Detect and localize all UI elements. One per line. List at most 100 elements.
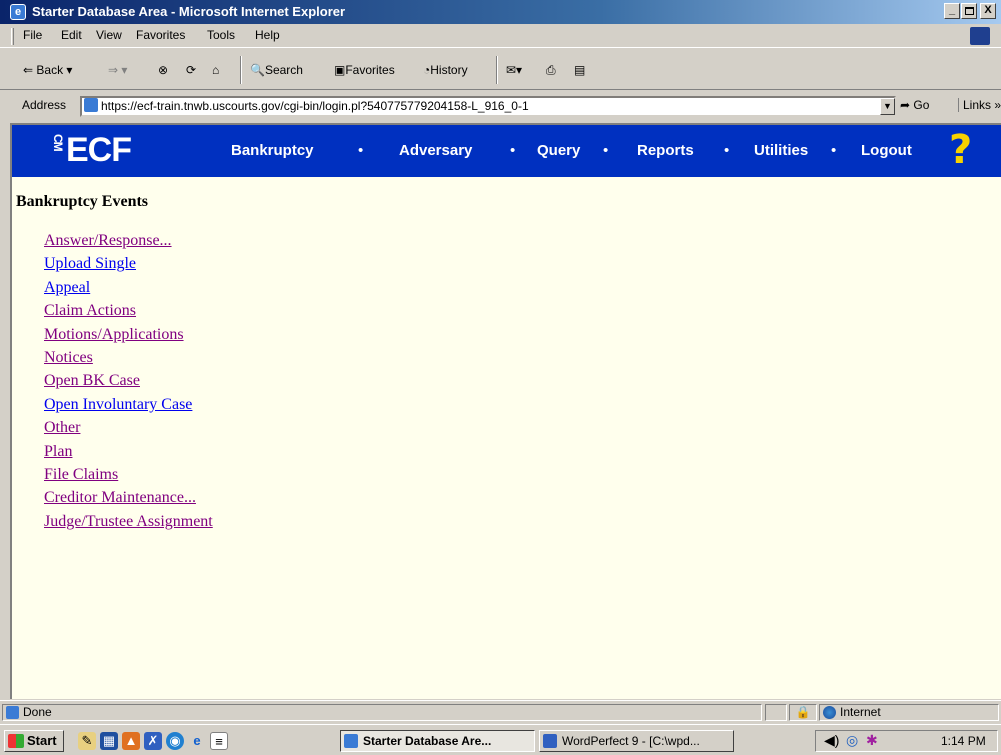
event-link[interactable]: Plan: [44, 440, 213, 463]
toolbar-separator: [496, 56, 498, 84]
address-label: Address: [22, 98, 67, 112]
system-tray: ◀) ◎ ✱ 1:14 PM: [815, 730, 998, 752]
page-icon: [84, 98, 98, 112]
event-link[interactable]: Answer/Response...: [44, 229, 213, 252]
quicklaunch-notepad-icon[interactable]: ≡: [210, 732, 228, 750]
event-link[interactable]: Motions/Applications: [44, 323, 213, 346]
ie-icon: e: [10, 4, 26, 20]
network-icon[interactable]: ◎: [846, 732, 858, 749]
help-icon[interactable]: ?: [949, 130, 983, 170]
nav-reports[interactable]: Reports: [637, 142, 694, 159]
stop-button[interactable]: ⊗: [158, 60, 168, 80]
maximize-button[interactable]: [961, 3, 977, 19]
taskbar: Start ✎ ▦ ▲ ✗ ◉ e ≡ Starter Database Are…: [0, 724, 1001, 755]
event-link[interactable]: File Claims: [44, 463, 213, 486]
nav-utilities[interactable]: Utilities: [754, 142, 808, 159]
ecf-navbar: CMECF Bankruptcy • Adversary • Query • R…: [12, 125, 1001, 177]
ie-task-icon: [344, 734, 358, 748]
task-ie-label: Starter Database Are...: [363, 734, 492, 748]
nav-adversary[interactable]: Adversary: [399, 142, 472, 159]
mail-button[interactable]: ✉▾: [506, 60, 522, 80]
quicklaunch-chart-icon[interactable]: ▲: [122, 732, 140, 750]
favorites-label: Favorites: [345, 63, 395, 77]
windows-flag-icon: [970, 27, 990, 45]
nav-query[interactable]: Query: [537, 142, 580, 159]
search-icon: 🔍: [250, 63, 265, 77]
globe-icon: [823, 706, 836, 719]
event-link[interactable]: Creditor Maintenance...: [44, 486, 213, 509]
task-wordperfect-window[interactable]: WordPerfect 9 - [C:\wpd...: [539, 730, 734, 752]
search-button[interactable]: 🔍Search: [250, 60, 303, 80]
event-link[interactable]: Upload Single: [44, 252, 213, 275]
clock: 1:14 PM: [941, 734, 986, 748]
forward-button[interactable]: ⇒ ▾: [108, 60, 127, 80]
lock-icon: 🔒: [789, 704, 817, 721]
quicklaunch-wordperfect-icon[interactable]: ✗: [144, 732, 162, 750]
address-dropdown-button[interactable]: ▼: [880, 98, 895, 115]
edit-icon: ▤: [574, 63, 586, 77]
home-button[interactable]: ⌂: [212, 60, 219, 80]
task-ie-window[interactable]: Starter Database Are...: [340, 730, 535, 752]
nav-separator: •: [510, 142, 516, 159]
address-input[interactable]: https://ecf-train.tnwb.uscourts.gov/cgi-…: [80, 96, 896, 117]
menu-favorites[interactable]: Favorites: [136, 28, 185, 42]
print-button[interactable]: ⎙: [546, 60, 556, 80]
refresh-button[interactable]: ⟳: [186, 60, 196, 80]
event-link[interactable]: Appeal: [44, 276, 213, 299]
menu-tools[interactable]: Tools: [207, 28, 235, 42]
search-label: Search: [264, 63, 303, 77]
toolbar-separator: [240, 56, 242, 84]
back-arrow-icon: ⇐: [23, 63, 34, 77]
mail-icon: ✉▾: [506, 63, 523, 77]
minimize-button[interactable]: _: [944, 3, 960, 19]
print-icon: ⎙: [546, 63, 556, 77]
edit-button[interactable]: ▤: [574, 60, 585, 80]
zone-panel: Internet: [819, 704, 999, 721]
event-link[interactable]: Open Involuntary Case: [44, 393, 213, 416]
status-panel-empty: [765, 704, 787, 721]
status-text: Done: [23, 705, 52, 719]
tray-app-icon[interactable]: ✱: [866, 732, 878, 749]
volume-icon[interactable]: ◀): [824, 732, 839, 749]
favorites-button[interactable]: ▣Favorites: [334, 60, 395, 80]
event-link[interactable]: Open BK Case: [44, 369, 213, 392]
start-label: Start: [27, 733, 57, 748]
back-button[interactable]: ⇐ Back ▾: [23, 60, 72, 80]
back-label: Back: [36, 63, 64, 77]
nav-logout[interactable]: Logout: [861, 142, 912, 159]
menu-view[interactable]: View: [96, 28, 122, 42]
quicklaunch-media-icon[interactable]: ◉: [166, 732, 184, 750]
stop-icon: ⊗: [158, 63, 169, 77]
address-url: https://ecf-train.tnwb.uscourts.gov/cgi-…: [101, 99, 529, 113]
start-button[interactable]: Start: [4, 730, 64, 752]
history-label: History: [430, 63, 468, 77]
ecf-label: ECF: [66, 131, 132, 169]
event-link[interactable]: Judge/Trustee Assignment: [44, 510, 213, 533]
page-done-icon: [6, 706, 19, 719]
home-icon: ⌂: [212, 63, 220, 77]
windows-logo-icon: [8, 734, 24, 748]
menu-grip: [11, 28, 14, 45]
nav-separator: •: [724, 142, 730, 159]
links-button[interactable]: Links »: [958, 98, 1001, 112]
forward-arrow-icon: ⇒ ▾: [108, 63, 128, 77]
close-button[interactable]: X: [980, 3, 996, 19]
event-link[interactable]: Notices: [44, 346, 213, 369]
go-button[interactable]: ➦ Go: [900, 98, 929, 112]
wordperfect-task-icon: [543, 734, 557, 748]
menu-help[interactable]: Help: [255, 28, 280, 42]
event-link[interactable]: Other: [44, 416, 213, 439]
links-label: Links: [963, 98, 992, 112]
window-titlebar: e Starter Database Area - Microsoft Inte…: [0, 0, 1001, 24]
quicklaunch-app-icon[interactable]: ▦: [100, 732, 118, 750]
event-link[interactable]: Claim Actions: [44, 299, 213, 322]
cm-label: CM: [51, 134, 65, 151]
task-wordperfect-label: WordPerfect 9 - [C:\wpd...: [562, 734, 700, 748]
nav-bankruptcy[interactable]: Bankruptcy: [231, 142, 314, 159]
menu-file[interactable]: File: [23, 28, 42, 42]
quicklaunch-desktop-icon[interactable]: ✎: [78, 732, 96, 750]
menu-edit[interactable]: Edit: [61, 28, 82, 42]
events-list: Answer/Response... Upload Single Appeal Cla…: [44, 229, 213, 533]
history-button[interactable]: ◔History: [423, 60, 468, 80]
quicklaunch-ie-icon[interactable]: e: [188, 732, 206, 750]
